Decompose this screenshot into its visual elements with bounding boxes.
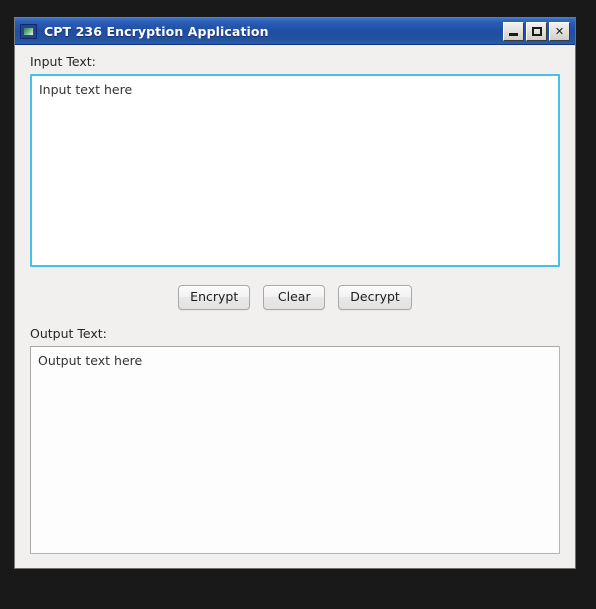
encrypt-button[interactable]: Encrypt (178, 284, 251, 310)
maximize-icon (527, 23, 546, 40)
clear-button[interactable]: Clear (263, 284, 326, 310)
window-titlebar[interactable]: CPT 236 Encryption Application ✕ (15, 18, 575, 45)
application-window: CPT 236 Encryption Application ✕ Input T… (14, 17, 576, 569)
close-button[interactable]: ✕ (549, 21, 570, 41)
action-button-row: Encrypt Clear Decrypt (30, 284, 560, 310)
input-text-field[interactable] (30, 73, 560, 267)
desktop-background: CPT 236 Encryption Application ✕ Input T… (0, 0, 596, 609)
output-text-field[interactable] (30, 345, 560, 554)
monitor-icon (20, 23, 37, 39)
window-body: Input Text: Encrypt Clear Decrypt Output… (15, 45, 575, 568)
input-text-label: Input Text: (30, 54, 96, 69)
minimize-icon (504, 23, 523, 40)
window-controls: ✕ (503, 21, 570, 41)
output-text-label: Output Text: (30, 325, 107, 341)
window-title: CPT 236 Encryption Application (44, 23, 269, 39)
close-icon: ✕ (554, 24, 565, 38)
minimize-button[interactable] (503, 21, 524, 41)
maximize-button[interactable] (526, 21, 547, 41)
decrypt-button[interactable]: Decrypt (338, 284, 412, 310)
